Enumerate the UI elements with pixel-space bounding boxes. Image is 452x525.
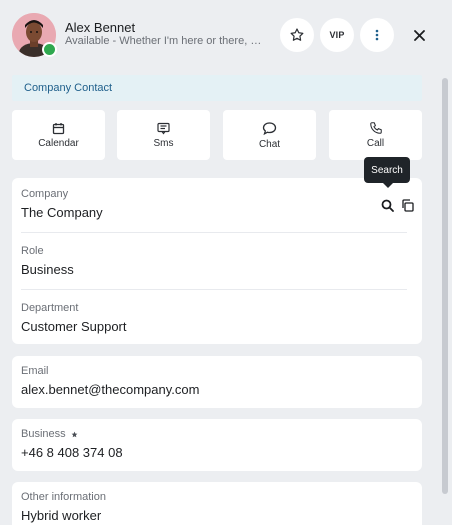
role-field: Role Business bbox=[21, 245, 407, 277]
search-button[interactable] bbox=[379, 197, 395, 213]
chat-label: Chat bbox=[258, 138, 281, 150]
calendar-button[interactable]: Calendar bbox=[12, 110, 105, 160]
call-button[interactable]: Call bbox=[329, 110, 422, 160]
divider bbox=[21, 289, 407, 290]
more-options-button[interactable] bbox=[360, 18, 394, 52]
availability-indicator bbox=[42, 42, 57, 57]
company-value: The Company bbox=[21, 205, 103, 220]
email-field: Email alex.bennet@thecompany.com bbox=[21, 365, 407, 397]
other-info-value: Hybrid worker bbox=[21, 508, 102, 523]
business-phone-card[interactable]: Business +46 8 408 374 08 bbox=[12, 419, 422, 471]
chat-button[interactable]: Chat bbox=[223, 110, 316, 160]
business-label: Business bbox=[21, 428, 66, 440]
scrollbar[interactable] bbox=[442, 78, 448, 494]
close-button[interactable] bbox=[408, 24, 430, 46]
role-label: Role bbox=[21, 245, 44, 257]
department-field: Department Customer Support bbox=[21, 302, 407, 334]
contact-name: Alex Bennet bbox=[65, 20, 136, 35]
other-info-card: Other information Hybrid worker bbox=[12, 482, 422, 525]
favorite-button[interactable] bbox=[280, 18, 314, 52]
company-contact-banner: Company Contact bbox=[12, 75, 422, 101]
chat-icon bbox=[262, 121, 277, 135]
business-value: +46 8 408 374 08 bbox=[21, 445, 123, 460]
other-info-field: Other information Hybrid worker bbox=[21, 491, 407, 523]
star-icon bbox=[290, 28, 304, 41]
sms-button[interactable]: Sms bbox=[117, 110, 210, 160]
call-label: Call bbox=[366, 138, 385, 149]
sms-label: Sms bbox=[153, 137, 174, 149]
star-small-icon bbox=[71, 431, 78, 437]
close-icon bbox=[413, 29, 425, 41]
search-tooltip: Search bbox=[364, 157, 410, 188]
phone-icon bbox=[369, 122, 382, 134]
company-label: Company bbox=[21, 188, 69, 200]
calendar-label: Calendar bbox=[38, 137, 79, 149]
sms-icon bbox=[157, 122, 170, 134]
vip-button[interactable]: VIP bbox=[320, 18, 354, 52]
department-label: Department bbox=[21, 302, 79, 314]
divider bbox=[21, 232, 407, 233]
organization-card: Company The Company Role Business Depart… bbox=[12, 178, 422, 344]
business-phone-field: Business +46 8 408 374 08 bbox=[21, 428, 407, 460]
search-icon bbox=[381, 199, 394, 212]
other-info-label: Other information bbox=[21, 491, 106, 503]
copy-icon bbox=[401, 198, 414, 212]
email-card[interactable]: Email alex.bennet@thecompany.com bbox=[12, 356, 422, 408]
calendar-icon bbox=[52, 122, 65, 134]
email-label: Email bbox=[21, 365, 49, 377]
company-field: Company The Company bbox=[21, 188, 407, 220]
role-value: Business bbox=[21, 262, 74, 277]
contact-header: Alex Bennet Available - Whether I'm here… bbox=[0, 0, 452, 72]
action-bar: Calendar Sms Chat Call bbox=[12, 110, 422, 160]
copy-button[interactable] bbox=[399, 197, 415, 213]
more-vertical-icon bbox=[375, 29, 379, 41]
vip-label: VIP bbox=[329, 30, 345, 40]
email-value: alex.bennet@thecompany.com bbox=[21, 382, 200, 397]
department-value: Customer Support bbox=[21, 319, 127, 334]
contact-status: Available - Whether I'm here or there, s… bbox=[65, 35, 265, 47]
